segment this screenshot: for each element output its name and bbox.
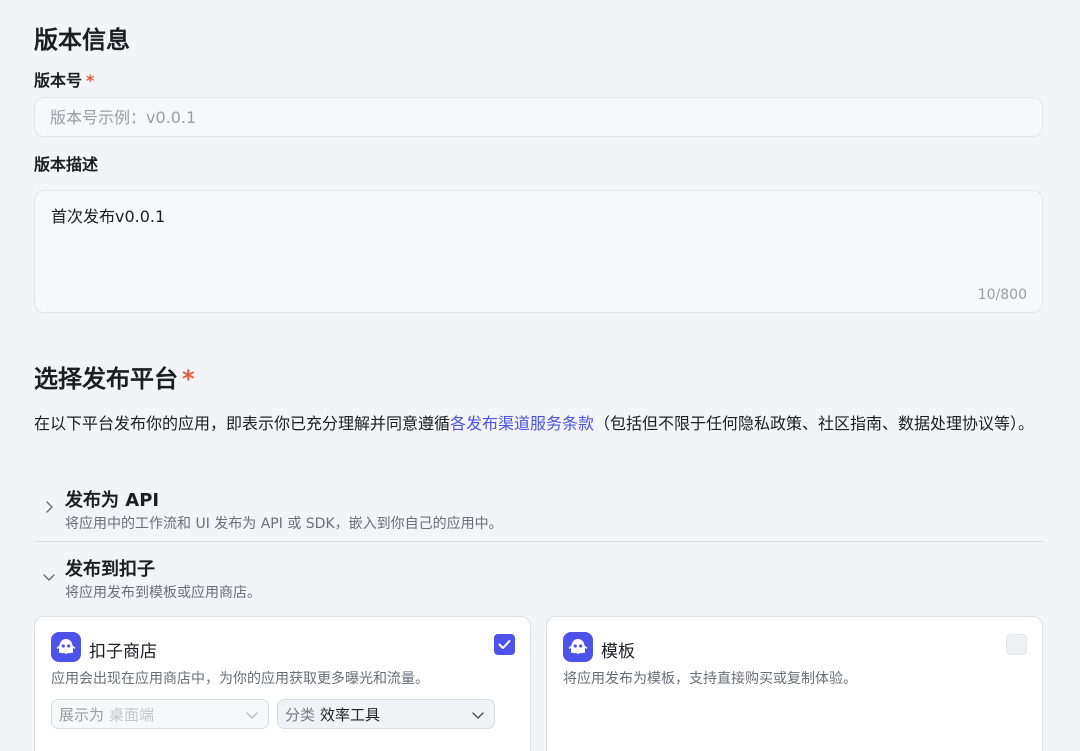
- version-info-title: 版本信息: [34, 26, 130, 54]
- chevron-down-icon: [472, 712, 484, 719]
- template-description: 将应用发布为模板，支持直接购买或复制体验。: [563, 671, 857, 687]
- platform-section-title: 选择发布平台 *: [34, 365, 195, 393]
- publish-coze-subtitle: 将应用发布到模板或应用商店。: [65, 585, 261, 601]
- chevron-right-icon: [46, 501, 53, 513]
- display-select-value: 桌面端: [109, 705, 155, 724]
- category-select[interactable]: 分类 效率工具: [277, 699, 495, 729]
- coze-logo-icon: [51, 632, 81, 662]
- publish-coze-title: 发布到扣子: [65, 559, 155, 580]
- coze-store-checkbox[interactable]: [494, 634, 515, 655]
- publish-api-title: 发布为 API: [65, 490, 160, 511]
- required-mark: *: [86, 71, 95, 90]
- coze-store-description: 应用会出现在应用商店中，为你的应用获取更多曝光和流量。: [51, 671, 429, 687]
- version-description-text: 首次发布v0.0.1: [51, 207, 166, 226]
- display-select-prefix: 展示为: [59, 705, 105, 724]
- category-select-prefix: 分类: [285, 705, 316, 724]
- coze-store-name: 扣子商店: [89, 642, 157, 662]
- required-mark: *: [182, 365, 195, 393]
- terms-link[interactable]: 各发布渠道服务条款: [450, 414, 594, 433]
- publish-api-subtitle: 将应用中的工作流和 UI 发布为 API 或 SDK，嵌入到你自己的应用中。: [65, 516, 503, 532]
- chevron-down-icon: [246, 712, 258, 719]
- version-number-label: 版本号 *: [34, 71, 95, 90]
- template-card[interactable]: 模板 将应用发布为模板，支持直接购买或复制体验。: [546, 616, 1043, 751]
- display-select[interactable]: 展示为 桌面端: [51, 699, 269, 729]
- version-description-label: 版本描述: [34, 155, 99, 174]
- version-number-input[interactable]: [35, 98, 1042, 136]
- publish-coze-section[interactable]: 发布到扣子 将应用发布到模板或应用商店。: [34, 553, 1044, 603]
- coze-store-card[interactable]: 扣子商店 应用会出现在应用商店中，为你的应用获取更多曝光和流量。 展示为 桌面端…: [34, 616, 531, 751]
- category-select-value: 效率工具: [320, 705, 381, 724]
- section-divider: [34, 541, 1044, 542]
- terms-notice: 在以下平台发布你的应用，即表示你已充分理解并同意遵循各发布渠道服务条款（包括但不…: [34, 414, 1035, 433]
- publish-api-section[interactable]: 发布为 API 将应用中的工作流和 UI 发布为 API 或 SDK，嵌入到你自…: [34, 484, 1044, 534]
- coze-logo-icon: [563, 632, 593, 662]
- character-count: 10/800: [977, 287, 1027, 303]
- check-icon: [498, 640, 511, 649]
- version-number-field[interactable]: [34, 97, 1043, 137]
- chevron-down-icon: [43, 574, 55, 581]
- version-description-textarea[interactable]: 首次发布v0.0.1 10/800: [34, 190, 1043, 313]
- template-name: 模板: [601, 642, 635, 662]
- template-checkbox[interactable]: [1006, 634, 1027, 655]
